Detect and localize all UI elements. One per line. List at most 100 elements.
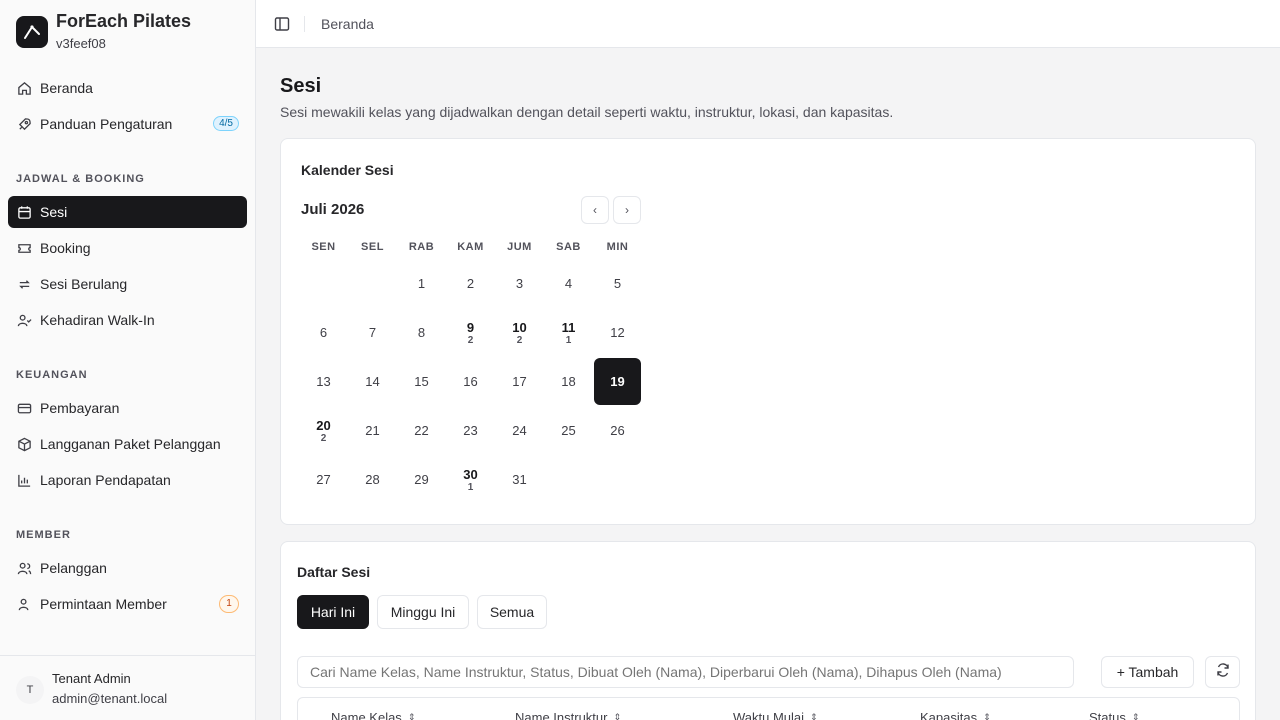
day-number: 2 — [466, 276, 475, 291]
calendar-day[interactable]: 3 — [496, 260, 543, 307]
tab-all[interactable]: Semua — [477, 595, 547, 629]
calendar-day[interactable]: 2 — [447, 260, 494, 307]
tab-today[interactable]: Hari Ini — [297, 595, 369, 629]
column-header-capacity[interactable]: Kapasitas ⇕ — [920, 710, 991, 720]
calendar-day[interactable]: 22 — [398, 407, 445, 454]
calendar-day[interactable]: 4 — [545, 260, 592, 307]
sidebar-item-setup-guide[interactable]: Panduan Pengaturan 4/5 — [8, 108, 247, 140]
calendar-day[interactable]: 5 — [594, 260, 641, 307]
user-menu[interactable]: T Tenant Admin admin@tenant.local — [0, 655, 256, 720]
column-header-class-name[interactable]: Name Kelas ⇕ — [331, 710, 415, 720]
session-calendar-card: Kalender Sesi Juli 2026 ‹ › SEN SEL RAB KAM… — [280, 138, 1256, 525]
search-input[interactable] — [297, 656, 1074, 688]
users-icon — [16, 560, 32, 576]
tab-this-week[interactable]: Minggu Ini — [377, 595, 469, 629]
sidebar-item-revenue[interactable]: Laporan Pendapatan — [8, 464, 247, 496]
calendar-day[interactable]: 19 — [594, 358, 641, 405]
breadcrumb[interactable]: Beranda — [321, 16, 374, 32]
day-number: 19 — [610, 374, 625, 389]
day-number: 6 — [319, 325, 328, 340]
sidebar-item-subscriptions[interactable]: Langganan Paket Pelanggan — [8, 428, 247, 460]
day-number: 21 — [365, 423, 380, 438]
calendar-day[interactable]: 30 1 — [447, 456, 494, 503]
calendar-day[interactable]: 13 — [300, 358, 347, 405]
avatar: T — [16, 676, 44, 704]
add-session-button[interactable]: + Tambah — [1101, 656, 1194, 688]
weekday-header: MIN — [606, 241, 629, 253]
repeat-icon — [16, 276, 32, 292]
package-icon — [16, 436, 32, 452]
sidebar-item-sessions[interactable]: Sesi — [8, 196, 247, 228]
brand-name: ForEach Pilates — [56, 11, 192, 31]
sidebar-item-member-requests[interactable]: Permintaan Member 1 — [8, 588, 247, 620]
calendar-day[interactable]: 16 — [447, 358, 494, 405]
session-count: 1 — [565, 334, 572, 346]
next-month-button[interactable]: › — [613, 196, 641, 224]
calendar-day[interactable]: 24 — [496, 407, 543, 454]
pilates-logo-icon — [16, 16, 48, 48]
brand[interactable]: ForEach Pilates v3feef08 — [16, 10, 191, 51]
calendar-day[interactable]: 14 — [349, 358, 396, 405]
sidebar-item-payments[interactable]: Pembayaran — [8, 392, 247, 424]
prev-month-button[interactable]: ‹ — [581, 196, 609, 224]
sidebar-item-customers[interactable]: Pelanggan — [8, 552, 247, 584]
calendar-day[interactable]: 11 1 — [545, 309, 592, 356]
day-number: 13 — [316, 374, 331, 389]
column-header-start-time[interactable]: Waktu Mulai ⇕ — [733, 710, 818, 720]
day-number: 30 — [463, 466, 478, 482]
day-number: 11 — [561, 319, 576, 335]
calendar-day[interactable]: 8 — [398, 309, 445, 356]
calendar-day[interactable]: 26 — [594, 407, 641, 454]
day-number: 4 — [564, 276, 573, 291]
calendar-day[interactable]: 31 — [496, 456, 543, 503]
sidebar-item-booking[interactable]: Booking — [8, 232, 247, 264]
sidebar-item-walkin[interactable]: Kehadiran Walk-In — [8, 304, 247, 336]
sidebar-item-home[interactable]: Beranda — [8, 72, 247, 104]
credit-card-icon — [16, 400, 32, 416]
calendar-day[interactable]: 27 — [300, 456, 347, 503]
sidebar-item-label: Sesi — [40, 204, 68, 220]
sidebar-toggle-icon[interactable] — [274, 16, 290, 32]
calendar-day[interactable]: 20 2 — [300, 407, 347, 454]
calendar-month: Juli 2026 — [301, 201, 365, 218]
calendar-day[interactable]: 12 — [594, 309, 641, 356]
user-name: Tenant Admin — [52, 671, 131, 686]
refresh-button[interactable] — [1205, 656, 1240, 688]
section-label-member: MEMBER — [16, 529, 71, 541]
day-number: 9 — [466, 319, 475, 335]
user-check-icon — [16, 312, 32, 328]
session-count: 2 — [516, 334, 523, 346]
weekday-header: JUM — [507, 241, 532, 253]
day-number: 16 — [463, 374, 478, 389]
calendar-day[interactable]: 17 — [496, 358, 543, 405]
weekday-header: KAM — [457, 241, 484, 253]
calendar-day[interactable]: 28 — [349, 456, 396, 503]
calendar-title: Kalender Sesi — [301, 162, 394, 178]
calendar-day[interactable]: 23 — [447, 407, 494, 454]
column-header-status[interactable]: Status ⇕ — [1089, 710, 1139, 720]
calendar-day[interactable]: 92 — [447, 309, 494, 356]
day-number: 3 — [515, 276, 524, 291]
day-number: 26 — [610, 423, 625, 438]
day-number: 27 — [316, 472, 331, 487]
calendar-day[interactable]: 15 — [398, 358, 445, 405]
calendar-day[interactable]: 29 — [398, 456, 445, 503]
column-header-instructor-name[interactable]: Name Instruktur ⇕ — [515, 710, 621, 720]
ticket-icon — [16, 240, 32, 256]
day-number: 24 — [512, 423, 527, 438]
weekday-header: SAB — [556, 241, 581, 253]
day-number: 20 — [316, 417, 331, 433]
day-number: 22 — [414, 423, 429, 438]
calendar-day[interactable]: 25 — [545, 407, 592, 454]
calendar-day[interactable]: 10 2 — [496, 309, 543, 356]
calendar-day[interactable]: 7 — [349, 309, 396, 356]
topbar: Beranda — [256, 0, 1280, 48]
calendar-day[interactable]: 6 — [300, 309, 347, 356]
calendar-day[interactable]: 21 — [349, 407, 396, 454]
sidebar-item-recurring[interactable]: Sesi Berulang — [8, 268, 247, 300]
sidebar-item-label: Sesi Berulang — [40, 276, 128, 292]
list-title: Daftar Sesi — [297, 564, 371, 580]
calendar-day[interactable]: 18 — [545, 358, 592, 405]
calendar-day[interactable]: 1 — [398, 260, 445, 307]
sidebar-item-label: Pembayaran — [40, 400, 120, 416]
